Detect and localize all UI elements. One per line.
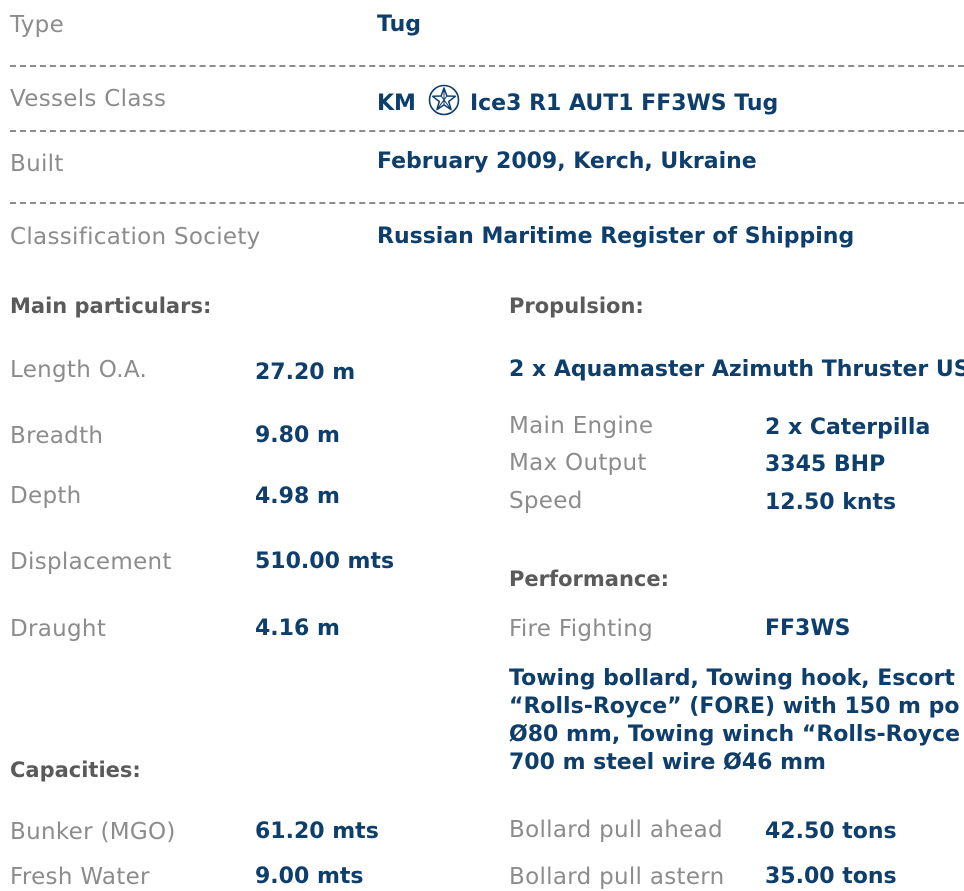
class-suffix: Ice3 R1 AUT1 FF3WS Tug (469, 91, 779, 116)
max-output-value: 3345 BHP (765, 452, 886, 477)
length-label: Length O.A. (10, 357, 148, 383)
bollard-pull-astern-label: Bollard pull astern (509, 864, 725, 890)
main-engine-label: Main Engine (509, 413, 654, 439)
type-value: Tug (377, 12, 421, 37)
type-label: Type (10, 12, 65, 38)
divider (10, 65, 964, 67)
bollard-pull-ahead-label: Bollard pull ahead (509, 817, 723, 843)
towing-line: Towing bollard, Towing hook, Escort (509, 666, 955, 691)
capacities-heading: Capacities: (10, 758, 141, 782)
displacement-value: 510.00 mts (255, 549, 395, 574)
towing-line: Ø80 mm, Towing winch “Rolls-Royce (509, 722, 961, 747)
main-engine-value: 2 x Caterpilla (765, 415, 931, 440)
breadth-label: Breadth (10, 423, 104, 449)
performance-heading: Performance: (509, 567, 670, 591)
displacement-label: Displacement (10, 549, 172, 575)
classification-society-value: Russian Maritime Register of Shipping (377, 224, 855, 249)
built-value: February 2009, Kerch, Ukraine (377, 149, 757, 174)
divider (10, 202, 964, 204)
star-emblem-icon (428, 84, 460, 116)
max-output-label: Max Output (509, 450, 647, 476)
class-prefix: KM (377, 91, 416, 116)
fresh-water-label: Fresh Water (10, 864, 150, 890)
depth-value: 4.98 m (255, 484, 340, 509)
classification-society-label: Classification Society (10, 224, 261, 250)
fresh-water-value: 9.00 mts (255, 864, 364, 889)
towing-equipment-description: Towing bollard, Towing hook, Escort “Rol… (509, 665, 960, 777)
towing-line: “Rolls-Royce” (FORE) with 150 m po (509, 694, 960, 719)
vessel-class-label: Vessels Class (10, 86, 167, 112)
bunker-label: Bunker (MGO) (10, 819, 176, 845)
draught-label: Draught (10, 616, 107, 642)
depth-label: Depth (10, 483, 82, 509)
draught-value: 4.16 m (255, 616, 340, 641)
propulsion-heading: Propulsion: (509, 294, 644, 318)
thruster-value: 2 x Aquamaster Azimuth Thruster US (509, 357, 964, 382)
bollard-pull-ahead-value: 42.50 tons (765, 819, 897, 844)
fire-fighting-value: FF3WS (765, 616, 851, 641)
length-value: 27.20 m (255, 360, 356, 385)
vessel-class-value: KM Ice3 R1 AUT1 FF3WS Tug (377, 84, 778, 116)
main-particulars-heading: Main particulars: (10, 294, 212, 318)
towing-line: 700 m steel wire Ø46 mm (509, 750, 826, 775)
speed-value: 12.50 knts (765, 490, 897, 515)
built-label: Built (10, 151, 64, 177)
speed-label: Speed (509, 488, 583, 514)
divider (10, 130, 964, 132)
bunker-value: 61.20 mts (255, 819, 379, 844)
fire-fighting-label: Fire Fighting (509, 616, 653, 642)
bollard-pull-astern-value: 35.00 tons (765, 864, 897, 889)
breadth-value: 9.80 m (255, 423, 340, 448)
